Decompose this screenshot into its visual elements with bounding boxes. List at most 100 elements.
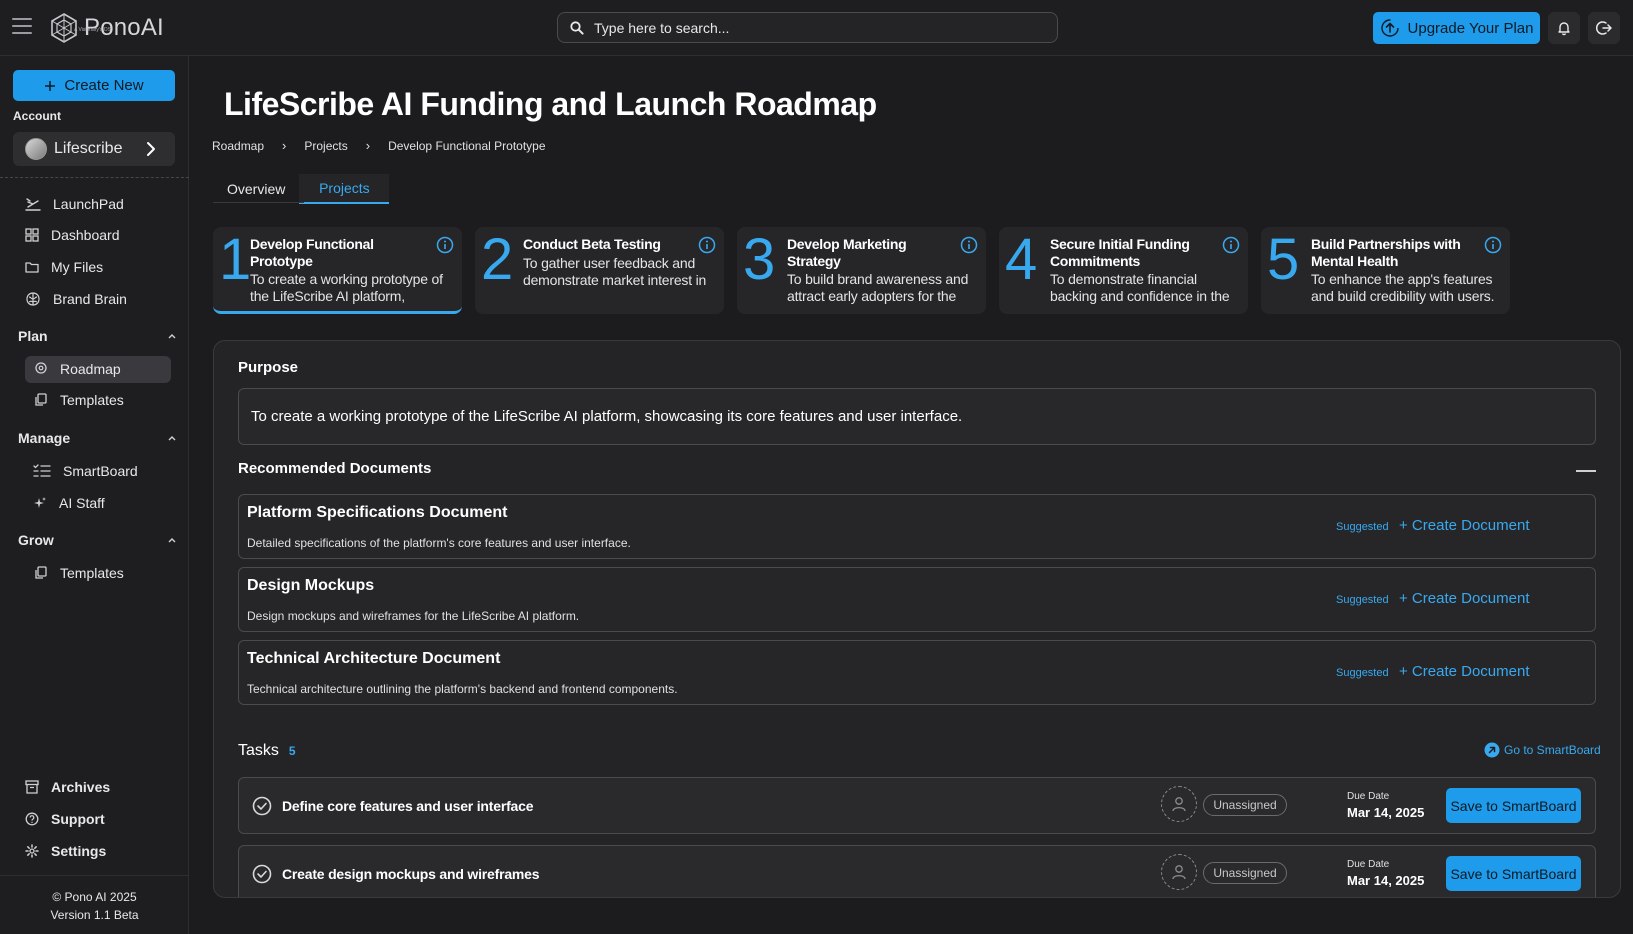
section-manage[interactable]: Manage	[18, 430, 176, 446]
step-card-5[interactable]: 5 Build Partnerships with Mental Health …	[1261, 227, 1510, 314]
document-description: Detailed specifications of the platform'…	[247, 536, 631, 550]
sidebar-item-label: Roadmap	[60, 361, 121, 377]
info-icon[interactable]	[698, 236, 716, 254]
step-number: 3	[743, 227, 776, 292]
project-detail-panel: Purpose To create a working prototype of…	[213, 340, 1621, 898]
sidebar-item-label: LaunchPad	[53, 196, 124, 212]
step-card-2[interactable]: 2 Conduct Beta Testing To gather user fe…	[475, 227, 724, 314]
create-document-button[interactable]: + Create Document	[1399, 517, 1529, 534]
top-bar: PonoAI A Visionary's OS Upgrade Your Pla…	[0, 0, 1633, 56]
external-arrow-icon	[1484, 742, 1500, 758]
step-description: To demonstrate financial backing and con…	[1050, 271, 1230, 304]
breadcrumb: Roadmap › Projects › Develop Functional …	[212, 138, 546, 153]
save-to-smartboard-button[interactable]: Save to SmartBoard	[1446, 856, 1581, 891]
tab-projects[interactable]: Projects	[299, 174, 390, 204]
assignee-status[interactable]: Unassigned	[1203, 862, 1287, 884]
sidebar-item-support[interactable]: Support	[25, 806, 105, 832]
sidebar-item-my-files[interactable]: My Files	[25, 254, 103, 280]
divider	[0, 875, 189, 876]
sidebar-item-label: AI Staff	[59, 495, 105, 511]
sidebar-item-ai-staff[interactable]: AI Staff	[33, 490, 105, 516]
step-card-3[interactable]: 3 Develop Marketing Strategy To build br…	[737, 227, 986, 314]
chevron-up-icon	[168, 334, 176, 339]
sidebar-item-label: SmartBoard	[63, 463, 138, 479]
step-card-4[interactable]: 4 Secure Initial Funding Commitments To …	[999, 227, 1248, 314]
step-description: To build brand awareness and attract ear…	[787, 271, 969, 304]
purpose-text: To create a working prototype of the Lif…	[238, 388, 1596, 445]
upgrade-plan-button[interactable]: Upgrade Your Plan	[1373, 12, 1540, 44]
step-description: To create a working prototype of the Lif…	[250, 271, 443, 304]
sidebar-item-launchpad[interactable]: LaunchPad	[25, 191, 124, 217]
create-new-label: Create New	[64, 77, 144, 94]
create-new-button[interactable]: Create New	[13, 70, 175, 101]
sidebar-item-brand-brain[interactable]: Brand Brain	[25, 286, 127, 312]
suggested-badge: Suggested	[1336, 594, 1389, 606]
step-card-1[interactable]: 1 Develop Functional Prototype To create…	[213, 227, 462, 314]
archive-icon	[25, 780, 39, 794]
assignee-status[interactable]: Unassigned	[1203, 794, 1287, 816]
document-title: Platform Specifications Document	[247, 504, 508, 521]
create-document-button[interactable]: + Create Document	[1399, 590, 1529, 607]
notifications-button[interactable]	[1548, 12, 1580, 44]
task-row: Define core features and user interface …	[238, 777, 1596, 834]
breadcrumb-item-roadmap[interactable]: Roadmap	[212, 139, 264, 153]
logout-button[interactable]	[1588, 12, 1620, 44]
save-to-smartboard-button[interactable]: Save to SmartBoard	[1446, 788, 1581, 823]
user-icon	[1172, 865, 1186, 880]
section-title: Manage	[18, 430, 71, 446]
sparkle-icon	[34, 497, 46, 508]
sidebar-item-archives[interactable]: Archives	[25, 774, 110, 800]
breadcrumb-item-projects[interactable]: Projects	[304, 139, 347, 153]
menu-icon[interactable]	[12, 18, 32, 34]
tasks-title: Tasks	[238, 742, 279, 759]
info-icon[interactable]	[1484, 236, 1502, 254]
info-icon[interactable]	[436, 236, 454, 254]
assignee-avatar[interactable]	[1161, 786, 1197, 822]
due-date-label: Due Date	[1347, 791, 1390, 802]
purpose-heading: Purpose	[238, 359, 299, 376]
sidebar-item-label: Brand Brain	[53, 291, 127, 307]
due-date-value: Mar 14, 2025	[1347, 805, 1425, 820]
sidebar-item-roadmap[interactable]: Roadmap	[34, 356, 121, 382]
create-document-button[interactable]: + Create Document	[1399, 663, 1529, 680]
search-icon	[570, 20, 584, 35]
section-plan[interactable]: Plan	[18, 328, 176, 344]
due-date-label: Due Date	[1347, 859, 1390, 870]
sidebar-item-grow-templates[interactable]: Templates	[34, 560, 124, 586]
search-input[interactable]	[594, 19, 1034, 36]
step-title: Develop Functional Prototype	[250, 236, 374, 269]
copy-icon	[35, 566, 47, 579]
tab-overview[interactable]: Overview	[213, 174, 299, 204]
step-number: 1	[219, 227, 252, 292]
section-grow[interactable]: Grow	[18, 532, 176, 548]
step-number: 2	[481, 227, 514, 292]
collapse-icon[interactable]	[1576, 470, 1596, 472]
document-title: Technical Architecture Document	[247, 650, 501, 667]
go-to-smartboard-link[interactable]: Go to SmartBoard	[1484, 742, 1601, 758]
step-description: To enhance the app's features and build …	[1311, 271, 1495, 304]
info-icon[interactable]	[1222, 236, 1240, 254]
due-date-value: Mar 14, 2025	[1347, 873, 1425, 888]
tasks-count-badge: 5	[288, 744, 296, 758]
check-circle-icon[interactable]	[252, 864, 272, 884]
assignee-avatar[interactable]	[1161, 854, 1197, 890]
sidebar-item-templates[interactable]: Templates	[34, 387, 124, 413]
step-title: Build Partnerships with Mental Health	[1311, 236, 1461, 269]
document-card: Platform Specifications Document Detaile…	[238, 494, 1596, 559]
search-bar[interactable]	[557, 12, 1058, 43]
document-card: Technical Architecture Document Technica…	[238, 640, 1596, 705]
chevron-right-icon	[147, 142, 155, 156]
tasks-heading: Tasks 5	[238, 742, 296, 760]
sidebar-item-smartboard[interactable]: SmartBoard	[33, 458, 138, 484]
info-icon[interactable]	[960, 236, 978, 254]
account-switcher[interactable]: Lifescribe	[13, 132, 175, 166]
project-steps: 1 Develop Functional Prototype To create…	[213, 227, 1510, 314]
sidebar-item-settings[interactable]: Settings	[25, 838, 106, 864]
divider	[213, 202, 304, 203]
sidebar-item-label: Templates	[60, 392, 124, 408]
page-title: LifeScribe AI Funding and Launch Roadmap	[224, 86, 877, 122]
sidebar-item-dashboard[interactable]: Dashboard	[25, 222, 120, 248]
check-circle-icon[interactable]	[252, 796, 272, 816]
suggested-badge: Suggested	[1336, 521, 1389, 533]
step-title: Secure Initial Funding Commitments	[1050, 236, 1190, 269]
